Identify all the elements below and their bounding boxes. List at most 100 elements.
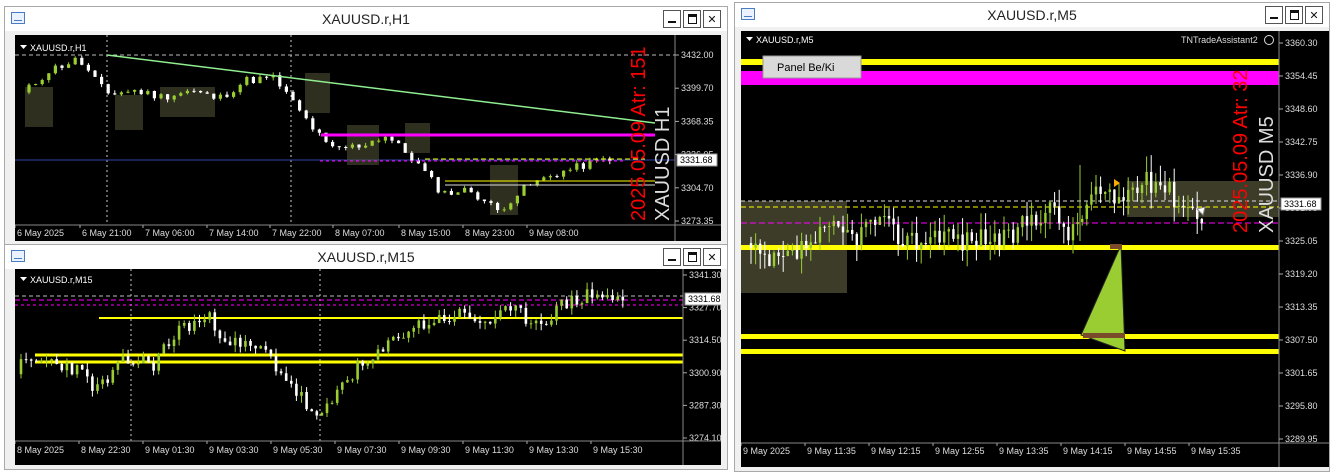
- bull-candle: [1131, 187, 1134, 190]
- bull-candle: [366, 363, 370, 366]
- symbol-watermark-text: XAUUSD H1: [652, 107, 674, 221]
- bull-candle: [1127, 189, 1130, 201]
- h1-title-bar[interactable]: XAUUSD.r,H1 ✕: [5, 7, 727, 31]
- bear-candle: [777, 252, 780, 257]
- m15-chart-window[interactable]: XAUUSD.r,M15 ✕ 3341.30 3327.70 3314.50 3300…: [4, 244, 728, 470]
- bull-candle: [570, 295, 574, 309]
- minimize-icon[interactable]: [1265, 6, 1283, 24]
- m5-chart-svg[interactable]: 3360.30 3354.45 3348.60 3342.75 3336.90 3331.…: [741, 31, 1329, 467]
- bull-candle: [412, 327, 415, 332]
- bull-candle: [1094, 186, 1098, 195]
- time-tick-label: 8 May 22:30: [81, 445, 131, 455]
- bull-candle: [1085, 204, 1088, 220]
- bull-candle: [869, 219, 872, 222]
- bear-candle: [897, 224, 900, 244]
- bear-candle: [113, 93, 117, 95]
- bear-candle: [70, 362, 74, 375]
- bear-candle: [106, 379, 109, 383]
- bull-candle: [157, 353, 160, 371]
- zone-box: [115, 95, 143, 130]
- chart-symbol-label: XAUUSD.r,M15: [30, 275, 93, 285]
- bear-candle: [254, 345, 257, 349]
- bear-candle: [519, 305, 523, 308]
- m15-title-bar[interactable]: XAUUSD.r,M15 ✕: [5, 245, 727, 269]
- price-tick-label: 3307.50: [1285, 335, 1318, 345]
- time-tick-label: 9 May 15:30: [593, 445, 643, 455]
- time-tick-label: 8 May 07:00: [335, 228, 385, 238]
- bull-candle: [809, 242, 812, 249]
- h1-chart-area[interactable]: 3432.003399.703368.353336.053304.703273.…: [15, 35, 721, 241]
- price-tick-label: 3399.70: [681, 83, 714, 93]
- bear-candle: [212, 93, 216, 99]
- bull-candle: [534, 320, 538, 324]
- bull-candle: [529, 323, 533, 325]
- bull-candle: [1039, 223, 1042, 226]
- bull-candle: [920, 243, 923, 250]
- bull-candle: [1117, 197, 1121, 204]
- m15-chart-svg[interactable]: 3341.303327.703314.503300.903287.303274.…: [15, 269, 721, 465]
- bull-candle: [370, 140, 374, 146]
- bull-candle: [1044, 212, 1047, 224]
- bear-candle: [410, 152, 414, 161]
- minimize-icon[interactable]: [663, 10, 681, 28]
- maximize-icon[interactable]: [683, 248, 701, 266]
- bear-candle: [524, 307, 528, 324]
- bull-candle: [45, 360, 48, 362]
- bull-candle: [515, 195, 519, 204]
- bear-candle: [188, 322, 191, 331]
- bull-candle: [947, 229, 950, 232]
- bull-candle: [1177, 205, 1180, 207]
- bull-candle: [1007, 229, 1010, 231]
- close-icon[interactable]: ✕: [703, 248, 721, 266]
- triangle-down-icon: [20, 45, 27, 49]
- time-tick-label: 9 May 03:30: [209, 445, 259, 455]
- bear-candle: [166, 94, 170, 100]
- minimize-icon[interactable]: [663, 248, 681, 266]
- m15-chart-area[interactable]: 3341.30 3327.70 3314.50 3300.90 3287.30 3274.…: [15, 269, 721, 465]
- smiley-icon: [1264, 35, 1274, 45]
- price-tick-label: 3301.65: [1285, 368, 1318, 378]
- maximize-icon[interactable]: [683, 10, 701, 28]
- bear-candle: [468, 312, 472, 319]
- bear-candle: [478, 321, 482, 323]
- bear-candle: [279, 371, 283, 374]
- bull-candle: [238, 84, 242, 93]
- bear-candle: [139, 89, 143, 95]
- chart-symbol-label: XAUUSD.r,M5: [756, 35, 814, 45]
- bull-candle: [53, 65, 57, 74]
- bull-candle: [356, 361, 359, 380]
- h1-chart-window[interactable]: XAUUSD.r,H1 ✕ 3432.003399.703368.353336.…: [4, 6, 728, 246]
- bear-candle: [284, 373, 288, 381]
- bear-candle: [213, 312, 217, 331]
- bear-candle: [397, 140, 401, 144]
- bear-candle: [768, 254, 771, 267]
- bull-candle: [1002, 229, 1006, 246]
- close-icon[interactable]: ✕: [703, 10, 721, 28]
- bear-candle: [1035, 214, 1038, 226]
- bear-candle: [251, 76, 255, 84]
- bull-candle: [828, 226, 831, 228]
- maximize-icon[interactable]: [1285, 6, 1303, 24]
- bull-candle: [494, 317, 497, 324]
- bear-candle: [805, 241, 808, 249]
- bear-candle: [24, 359, 28, 361]
- price-tick-label: 3300.90: [689, 368, 721, 378]
- bull-candle: [616, 296, 619, 300]
- bull-candle: [864, 221, 868, 228]
- close-icon[interactable]: ✕: [1305, 6, 1323, 24]
- bear-candle: [621, 296, 625, 301]
- m5-chart-area[interactable]: 3360.30 3354.45 3348.60 3342.75 3336.90 3331.…: [741, 31, 1329, 467]
- m5-title-bar[interactable]: XAUUSD.r,M5 ✕: [735, 3, 1329, 27]
- bull-candle: [350, 144, 354, 148]
- bear-candle: [887, 216, 891, 219]
- time-tick-label: 9 May 13:35: [999, 446, 1049, 456]
- m5-chart-window[interactable]: XAUUSD.r,M5 ✕ 3360.30 3354.45 3348.60 3342.…: [734, 2, 1330, 472]
- bull-candle: [65, 362, 69, 371]
- bull-candle: [1108, 189, 1111, 192]
- bear-candle: [126, 356, 130, 364]
- bear-candle: [581, 163, 585, 169]
- bull-candle: [754, 243, 757, 248]
- h1-chart-svg[interactable]: 3432.003399.703368.353336.053304.703273.…: [15, 35, 721, 241]
- bull-candle: [596, 294, 599, 298]
- bear-candle: [1058, 206, 1061, 224]
